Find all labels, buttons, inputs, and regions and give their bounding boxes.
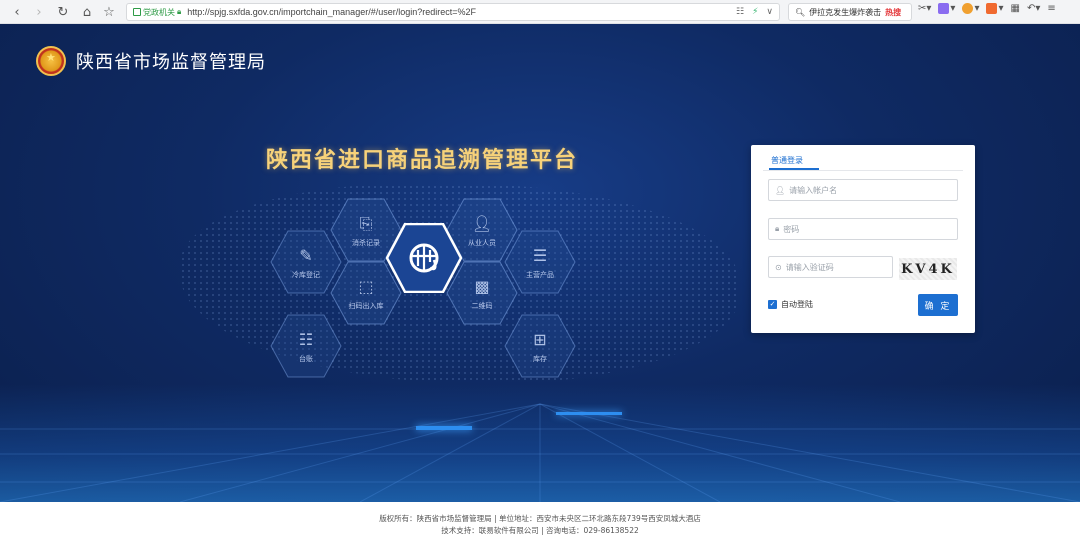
login-card: 普通登录 👤︎ 🔒︎ ⊙ KV4K ✓ 自动登陆 确 定 [751,145,975,333]
auto-login-label: 自动登陆 [781,300,813,309]
shield-ext-icon[interactable]: ▾ [962,3,979,14]
platform-logo-hex [385,222,463,294]
hex-inventory: ⊞ 库存 [504,314,576,378]
password-input[interactable] [783,224,934,234]
grid-icon[interactable]: ☷ [736,7,744,17]
scissors-icon[interactable]: ✂︎▾ [918,3,931,14]
footer-copyright: 版权所有：陕西省市场监督管理局 | 单位地址：西安市未央区二环北路东段739号西… [379,514,701,523]
auto-login-option[interactable]: ✓ 自动登陆 [768,299,813,310]
username-field[interactable]: 👤︎ [768,179,958,201]
hex-ledger: ☷ 台账 [270,314,342,378]
clipboard-icon: ☷ [298,330,314,349]
shield-icon [133,8,141,16]
platform-title: 陕西省进口商品追溯管理平台 [266,147,579,173]
tab-divider [763,170,963,171]
hot-search-label: 热搜 [885,7,902,17]
home-icon[interactable]: ⌂ [76,1,98,23]
back-icon[interactable]: ‹ [6,1,28,23]
trace-logo-icon [409,243,439,273]
forward-icon[interactable]: › [28,1,50,23]
captcha-image[interactable]: KV4K [899,258,957,280]
game-icon[interactable]: ▾ [986,3,1004,14]
lock-icon: 🔒︎ [177,7,182,16]
secure-badge: 党政机关 🔒︎ [133,7,181,18]
menu-icon[interactable]: ≡ [1047,3,1055,14]
glow-bar [556,412,622,415]
auto-login-checkbox[interactable]: ✓ [768,300,777,309]
captcha-field[interactable]: ⊙ [768,256,893,278]
apps-grid-icon[interactable]: ▦ [1011,3,1020,14]
page-footer: 版权所有：陕西省市场监督管理局 | 单位地址：西安市未央区二环北路东段739号西… [0,502,1080,544]
bookmark-star-icon[interactable]: ☆ [98,1,120,23]
org-logo: 陕西省市场监督管理局 [36,46,266,76]
org-name: 陕西省市场监督管理局 [76,52,266,73]
box-icon: ⊞ [533,330,547,349]
search-icon: 🔍︎ [795,7,806,17]
submit-button[interactable]: 确 定 [918,294,958,316]
undo-icon[interactable]: ↶▾ [1027,3,1040,14]
address-bar[interactable]: 党政机关 🔒︎ http://spjg.sxfda.gov.cn/importc… [126,3,780,21]
username-input[interactable] [789,185,940,195]
glow-bar [416,426,472,430]
browser-tools: ✂︎▾ ▾ ▾ ▾ ▦ ↶▾ ≡ [918,3,1056,14]
url-text: http://spjg.sxfda.gov.cn/importchain_man… [187,7,477,17]
browser-search-box[interactable]: 🔍︎ 伊拉克发生爆炸袭击 热搜 [788,3,912,21]
password-field[interactable]: 🔒︎ [768,218,958,240]
footer-support: 技术支持：联易软件有限公司 | 咨询电话：029-86138522 [441,526,639,535]
extension-icon[interactable]: ▾ [938,3,955,14]
national-emblem-icon [36,46,66,76]
captcha-input[interactable] [785,262,886,272]
shield-check-icon: ⊙ [775,262,782,272]
lightning-icon[interactable]: ⚡︎ [752,7,758,17]
browser-toolbar: ‹ › ↻ ⌂ ☆ 党政机关 🔒︎ http://spjg.sxfda.gov.… [0,0,1080,24]
user-icon: 👤︎ [775,185,786,195]
reload-icon[interactable]: ↻ [52,1,74,23]
chevron-down-icon[interactable]: ∨ [766,7,773,17]
lock-icon: 🔒︎ [775,224,780,233]
tab-normal-login[interactable]: 普通登录 [771,155,803,166]
